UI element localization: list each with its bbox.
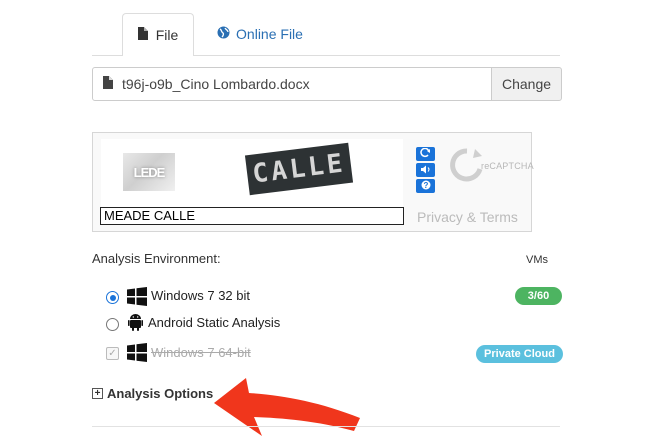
radio-android-static[interactable] <box>106 318 119 331</box>
expand-plus-icon: + <box>92 388 103 399</box>
analysis-environment-title: Analysis Environment: <box>92 251 221 266</box>
recaptcha-widget: LEDE CALLE MEADE CALLE ? reCAPTCHA Priva… <box>92 132 534 232</box>
audio-button[interactable] <box>416 163 435 177</box>
file-icon <box>137 27 148 43</box>
tab-online-file-label: Online File <box>236 26 303 42</box>
svg-text:?: ? <box>423 181 428 190</box>
analysis-options-label: Analysis Options <box>107 386 214 401</box>
tab-file[interactable]: File <box>122 13 194 56</box>
env-option-label: Android Static Analysis <box>148 315 281 330</box>
red-arrow-annotation <box>214 378 360 436</box>
env-option-label: Windows 7 64-bit <box>151 345 251 360</box>
private-cloud-badge: Private Cloud <box>476 345 563 363</box>
privacy-terms-link[interactable]: Privacy & Terms <box>417 209 518 225</box>
android-icon <box>128 313 143 337</box>
windows-icon <box>127 287 147 311</box>
recaptcha-logo-icon <box>449 147 485 190</box>
file-name-field[interactable]: t96j-o9b_Cino Lombardo.docx <box>92 67 492 101</box>
analysis-options-toggle[interactable]: + Analysis Options <box>92 386 213 401</box>
captcha-image: LEDE CALLE <box>101 139 403 207</box>
document-icon <box>103 76 113 92</box>
recaptcha-brand: reCAPTCHA <box>481 161 534 171</box>
bottom-divider <box>92 426 560 427</box>
reload-button[interactable] <box>416 147 435 161</box>
captcha-word-2: CALLE <box>244 142 354 196</box>
captcha-response-input[interactable]: MEADE CALLE <box>100 207 404 225</box>
globe-icon <box>217 26 230 42</box>
tab-file-label: File <box>155 27 179 43</box>
file-name: t96j-o9b_Cino Lombardo.docx <box>122 76 310 92</box>
vms-column-label: VMs <box>526 254 548 266</box>
help-button[interactable]: ? <box>416 179 435 193</box>
env-option-label: Windows 7 32 bit <box>151 288 250 303</box>
windows-icon <box>127 343 147 367</box>
vm-count-badge: 3/60 <box>515 287 562 305</box>
captcha-word-1: LEDE <box>123 153 175 191</box>
change-button[interactable]: Change <box>491 67 562 101</box>
tab-online-file[interactable]: Online File <box>205 13 315 55</box>
radio-windows-7-32[interactable] <box>106 291 119 304</box>
checkbox-windows-7-64[interactable]: ✓ <box>106 347 119 360</box>
help-icon: ? <box>421 177 431 195</box>
